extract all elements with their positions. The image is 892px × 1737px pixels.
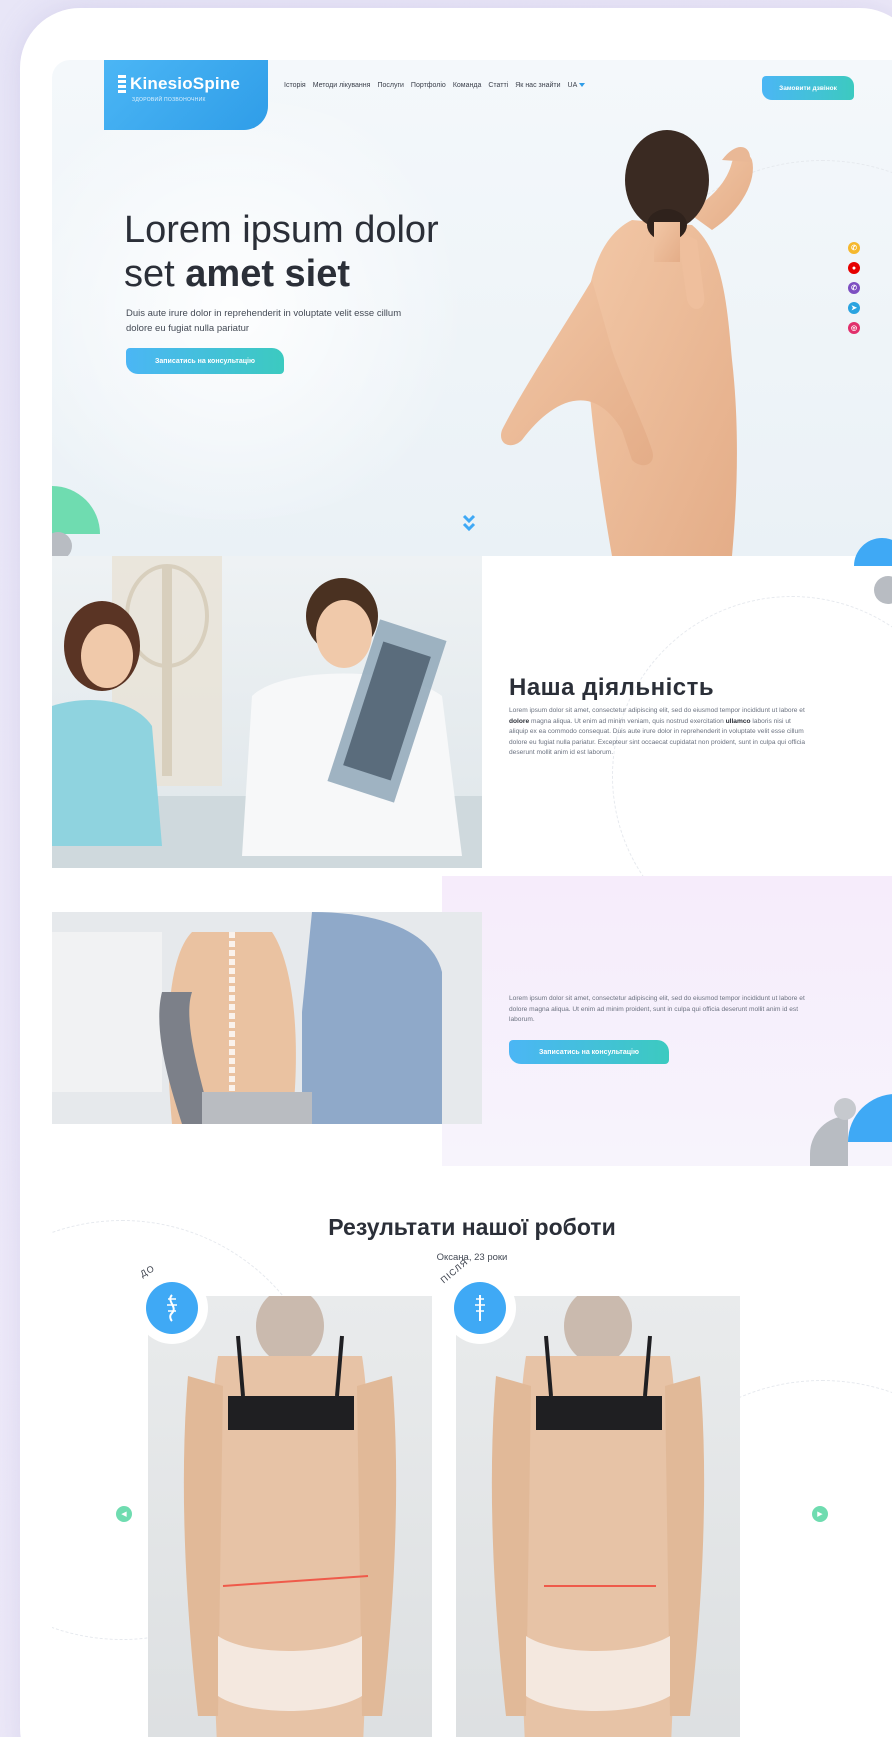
spine-icon — [146, 1282, 198, 1334]
viber-icon[interactable]: ✆ — [848, 282, 860, 294]
carousel-prev-button[interactable]: ◀ — [116, 1506, 132, 1522]
nav-item-services[interactable]: Послуги — [377, 82, 403, 89]
main-nav: Історія Методи лікування Послуги Портфол… — [284, 82, 586, 89]
instagram-icon[interactable]: ◎ — [848, 322, 860, 334]
language-switcher[interactable]: UA — [568, 82, 586, 89]
activity-text-c: magna aliqua. Ut enim ad minim veniam, q… — [529, 717, 726, 725]
hero-section: KinesioSpine ЗДОРОВИЙ ПОЗВОНОЧНИК Історі… — [52, 60, 892, 556]
activity-text-d: ullamco — [725, 717, 751, 725]
nav-item-history[interactable]: Історія — [284, 82, 306, 89]
activity-title: Наша діяльність — [509, 674, 715, 701]
before-badge — [136, 1272, 208, 1344]
nav-item-methods[interactable]: Методи лікування — [313, 82, 371, 89]
nav-item-portfolio[interactable]: Портфоліо — [411, 82, 446, 89]
telegram-icon[interactable]: ➤ — [848, 302, 860, 314]
hero-subtitle: Duis aute irure dolor in reprehenderit i… — [126, 308, 402, 334]
before-photo — [148, 1296, 432, 1737]
decor-shape-gray-circle — [834, 1098, 856, 1120]
logo-text: KinesioSpine — [130, 74, 241, 93]
decor-shape-gray — [52, 532, 72, 556]
chevron-down-icon — [579, 83, 586, 88]
spine-icon — [454, 1282, 506, 1334]
scroll-down-icon[interactable] — [462, 514, 476, 534]
hero-title-light: set — [124, 253, 175, 295]
vodafone-icon[interactable]: ● — [848, 262, 860, 274]
consultation-text: Lorem ipsum dolor sit amet, consectetur … — [509, 995, 805, 1023]
chevron-right-icon: ▶ — [817, 1511, 823, 1518]
nav-item-location[interactable]: Як нас знайти — [515, 82, 560, 89]
decor-shape-green — [52, 486, 100, 534]
language-label: UA — [567, 82, 578, 89]
after-photo — [456, 1296, 740, 1737]
carousel-next-button[interactable]: ▶ — [812, 1506, 828, 1522]
landing-page: KinesioSpine ЗДОРОВИЙ ПОЗВОНОЧНИК Історі… — [52, 60, 892, 1737]
hero-title: Lorem ipsum dolor set amet siet — [124, 208, 439, 296]
spine-exam-photo — [52, 912, 482, 1124]
logo-tagline: ЗДОРОВИЙ ПОЗВОНОЧНИК — [132, 97, 206, 103]
activity-text: Lorem ipsum dolor sit amet, consectetur … — [509, 706, 809, 759]
results-patient: Оксана, 23 роки — [436, 1252, 508, 1263]
nav-item-articles[interactable]: Статті — [488, 82, 508, 89]
viber-alt-icon[interactable]: ✆ — [848, 242, 860, 254]
spine-icon — [118, 75, 126, 93]
consultation-section: Lorem ipsum dolor sit amet, consectetur … — [52, 876, 892, 1166]
after-badge — [444, 1272, 516, 1344]
hero-title-bold: amet siet — [185, 253, 351, 295]
doctor-xray-photo — [52, 556, 482, 868]
activity-text-b: dolore — [509, 717, 530, 725]
call-request-button[interactable]: Замовити дзвінок — [762, 76, 854, 100]
consultation-button-2[interactable]: Записатись на консультацію — [509, 1040, 669, 1064]
activity-section: Наша діяльність Lorem ipsum dolor sit am… — [52, 538, 892, 956]
decor-shape-gray — [874, 576, 892, 604]
activity-text-a: Lorem ipsum dolor sit amet, consectetur … — [509, 707, 805, 714]
nav-item-team[interactable]: Команда — [453, 82, 482, 89]
results-title: Результати нашої роботи — [328, 1214, 616, 1240]
social-links: ✆ ● ✆ ➤ ◎ — [848, 242, 860, 334]
hero-woman-image — [501, 130, 753, 556]
hero-title-line1: Lorem ipsum dolor — [124, 209, 439, 251]
logo[interactable]: KinesioSpine ЗДОРОВИЙ ПОЗВОНОЧНИК — [104, 60, 268, 130]
consultation-button[interactable]: Записатись на консультацію — [126, 348, 284, 374]
chevron-left-icon: ◀ — [121, 1511, 127, 1518]
